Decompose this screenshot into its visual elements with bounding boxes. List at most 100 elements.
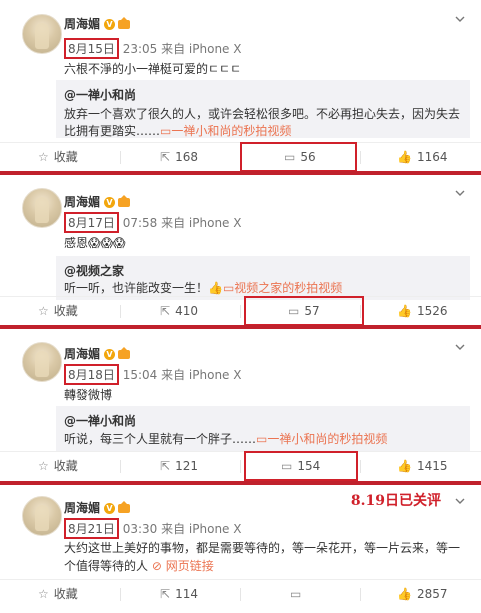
web-link-label[interactable]: 网页链接: [166, 559, 214, 573]
repost-author[interactable]: @视频之家: [64, 262, 124, 279]
author-name[interactable]: 周海媚: [64, 347, 100, 361]
author-line: 周海媚 V: [64, 499, 131, 516]
video-link[interactable]: ▭一禅小和尚的秒拍视频: [160, 124, 291, 138]
favorite-button[interactable]: ☆ 收藏: [38, 580, 78, 608]
video-link[interactable]: ▭一禅小和尚的秒拍视频: [256, 432, 387, 446]
post-text: 感恩😱😱😱: [64, 236, 126, 250]
repost-count: 114: [175, 587, 198, 601]
divider: [240, 460, 241, 473]
repost-text: 放弃一个喜欢了很久的人，或许会轻松很多吧。不必再担心失去，因为失去 比拥有更踏实…: [64, 106, 464, 140]
video-link-label[interactable]: 视频之家的秒拍视频: [234, 281, 342, 295]
like-button[interactable]: 👍 1415: [397, 452, 448, 480]
repost-text: 听说，每三个人里就有一个胖子……▭一禅小和尚的秒拍视频: [64, 431, 464, 448]
repost-count: 168: [175, 150, 198, 164]
verified-icon: V: [104, 349, 116, 360]
verified-icon: V: [104, 503, 116, 514]
like-count: 2857: [416, 587, 448, 601]
post-date[interactable]: 8月15日: [64, 38, 119, 59]
thumbs-up-icon: 👍: [397, 304, 412, 318]
repost-box: @一禅小和尚 听说，每三个人里就有一个胖子……▭一禅小和尚的秒拍视频: [56, 406, 470, 452]
author-name[interactable]: 周海媚: [64, 195, 100, 209]
post-time-source: 07:58 来自 iPhone X: [118, 216, 242, 230]
author-name[interactable]: 周海媚: [64, 501, 100, 515]
post-meta: 8月17日 07:58 来自 iPhone X: [64, 212, 241, 233]
thumbs-up-icon: 👍: [397, 150, 412, 164]
post-text: 轉發微博: [64, 388, 113, 402]
post-card: 周海媚 V 8月18日 15:04 来自 iPhone X 轉發微博 @一禅小和尚…: [0, 330, 481, 481]
repost-box: @视频之家 听一听，也许能改变一生！👍▭视频之家的秒拍视频: [56, 256, 470, 300]
repost-button[interactable]: ⇱ 121: [160, 452, 198, 480]
comment-icon: ▭: [290, 587, 302, 601]
star-icon: ☆: [38, 587, 49, 601]
thumbs-up-icon: 👍: [397, 459, 412, 473]
chevron-down-icon[interactable]: [455, 342, 465, 352]
post-meta: 8月15日 23:05 来自 iPhone X: [64, 38, 241, 59]
favorite-label: 收藏: [53, 150, 78, 164]
star-icon: ☆: [38, 150, 49, 164]
verified-icon: V: [104, 19, 116, 30]
star-icon: ☆: [38, 304, 49, 318]
vip-crown-icon: [118, 347, 131, 359]
like-button[interactable]: 👍 1164: [397, 143, 448, 171]
repost-icon: ⇱: [160, 459, 171, 473]
post-text: 六根不淨的小一禅梃可爱的ㄷㄷㄷ: [64, 62, 242, 76]
avatar[interactable]: [22, 496, 62, 536]
repost-text-line: 听说，每三个人里就有一个胖子……: [64, 432, 257, 446]
like-count: 1164: [416, 150, 448, 164]
post-text-line: 个值得等待的人 ⊘ 网页链接: [64, 557, 460, 575]
post-card: 周海媚 V 8.19日已关评 8月21日 03:30 来自 iPhone X 大约…: [0, 486, 481, 613]
star-icon: ☆: [38, 459, 49, 473]
post-date[interactable]: 8月21日: [64, 518, 119, 539]
like-button[interactable]: 👍 1526: [397, 297, 448, 325]
favorite-button[interactable]: ☆ 收藏: [38, 143, 78, 171]
web-link[interactable]: ⊘ 网页链接: [152, 559, 214, 573]
vip-crown-icon: [118, 501, 131, 513]
post-date[interactable]: 8月18日: [64, 364, 119, 385]
avatar[interactable]: [22, 188, 62, 228]
repost-text-more: 比拥有更踏实……: [64, 124, 161, 138]
favorite-label: 收藏: [53, 459, 78, 473]
divider: [360, 588, 361, 601]
comment-button[interactable]: ▭: [290, 580, 306, 608]
vip-crown-icon: [118, 17, 131, 29]
repost-button[interactable]: ⇱ 114: [160, 580, 198, 608]
repost-icon: ⇱: [160, 304, 171, 318]
chevron-down-icon[interactable]: [455, 496, 465, 506]
like-button[interactable]: 👍 2857: [397, 580, 448, 608]
repost-author[interactable]: @一禅小和尚: [64, 412, 136, 429]
like-count: 1415: [416, 459, 448, 473]
video-link[interactable]: ▭视频之家的秒拍视频: [223, 281, 342, 295]
repost-count: 410: [175, 304, 198, 318]
chevron-down-icon[interactable]: [455, 14, 465, 24]
repost-button[interactable]: ⇱ 168: [160, 143, 198, 171]
like-count: 1526: [416, 304, 448, 318]
verified-icon: V: [104, 197, 116, 208]
repost-text-line: 听一听，也许能改变一生！👍: [64, 281, 223, 295]
repost-count: 121: [175, 459, 198, 473]
chevron-down-icon[interactable]: [455, 188, 465, 198]
comment-highlight-box: [244, 296, 364, 326]
repost-text-line: 放弃一个喜欢了很久的人，或许会轻松很多吧。不必再担心失去，因为失去: [64, 107, 461, 121]
divider: [120, 151, 121, 164]
video-link-label[interactable]: 一禅小和尚的秒拍视频: [171, 124, 291, 138]
post-time-source: 15:04 来自 iPhone X: [118, 368, 242, 382]
favorite-label: 收藏: [53, 304, 78, 318]
avatar[interactable]: [22, 14, 62, 54]
video-link-label[interactable]: 一禅小和尚的秒拍视频: [267, 432, 387, 446]
post-date[interactable]: 8月17日: [64, 212, 119, 233]
repost-author[interactable]: @一禅小和尚: [64, 86, 136, 103]
post-text-more: 个值得等待的人: [64, 559, 149, 573]
comments-closed-annotation: 8.19日已关评: [350, 493, 441, 509]
repost-text-line: 比拥有更踏实……▭一禅小和尚的秒拍视频: [64, 123, 464, 140]
avatar[interactable]: [22, 342, 62, 382]
action-bar: ☆ 收藏 ⇱ 168 ▭ 56 👍 1164: [0, 142, 481, 172]
author-name[interactable]: 周海媚: [64, 17, 100, 31]
repost-text: 听一听，也许能改变一生！👍▭视频之家的秒拍视频: [64, 280, 464, 297]
post-text-line: 大约这世上美好的事物，都是需要等待的，等一朵花开，等一片云来，等一: [64, 541, 461, 555]
favorite-label: 收藏: [53, 587, 78, 601]
favorite-button[interactable]: ☆ 收藏: [38, 297, 78, 325]
repost-icon: ⇱: [160, 587, 171, 601]
favorite-button[interactable]: ☆ 收藏: [38, 452, 78, 480]
divider: [120, 460, 121, 473]
repost-button[interactable]: ⇱ 410: [160, 297, 198, 325]
